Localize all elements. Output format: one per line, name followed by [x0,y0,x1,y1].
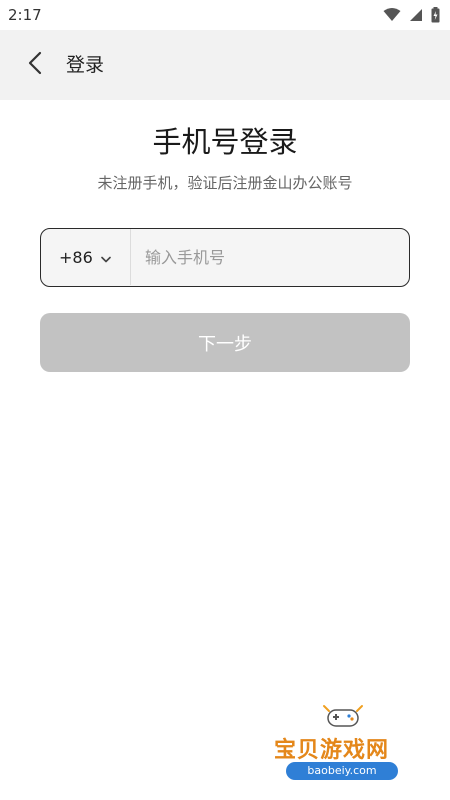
country-code-selector[interactable]: +86 [41,229,131,285]
status-icons [383,7,440,23]
phone-number-input[interactable] [145,241,395,273]
watermark: 宝贝游戏网 baobeiy.com [268,700,418,792]
back-button[interactable] [18,48,52,82]
gamepad-icon [320,702,366,736]
wifi-icon [383,8,401,22]
nav-title: 登录 [66,54,105,76]
chevron-left-icon [27,51,43,79]
page-subtitle: 未注册手机，验证后注册金山办公账号 [97,174,353,192]
signal-icon [409,8,423,22]
divider [130,229,131,285]
status-time: 2:17 [8,6,42,24]
country-code-label: +86 [59,247,93,267]
phone-input-group: +86 [40,228,410,287]
battery-icon [431,7,440,23]
watermark-url: baobeiy.com [286,762,398,780]
page-title: 手机号登录 [152,125,298,159]
status-bar: 2:17 [0,0,450,30]
chevron-down-icon [100,248,111,267]
nav-bar: 登录 [0,30,450,100]
watermark-title: 宝贝游戏网 [274,738,390,763]
next-step-button[interactable]: 下一步 [40,313,410,372]
